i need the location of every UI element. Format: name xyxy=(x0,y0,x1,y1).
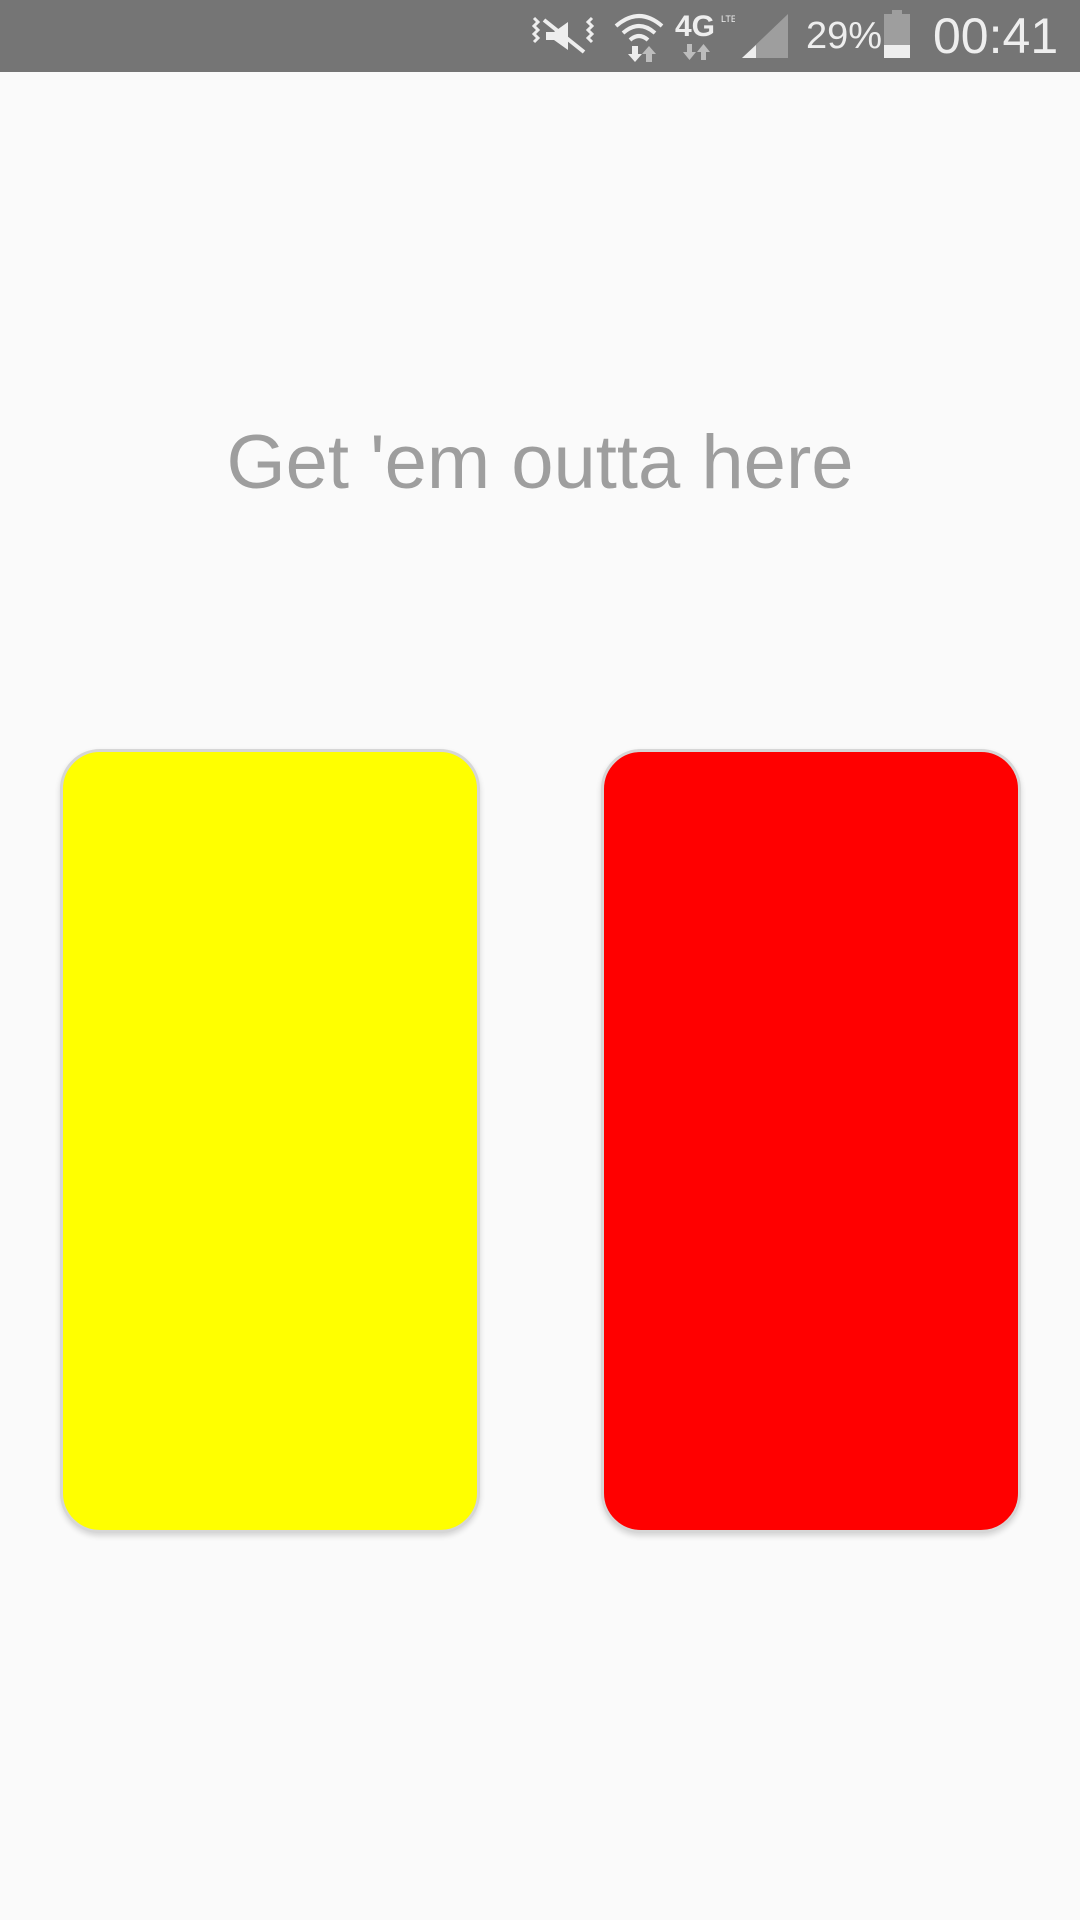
status-bar: 4G LTE 29% 00:41 xyxy=(0,0,1080,72)
svg-text:LTE: LTE xyxy=(721,14,735,24)
red-card[interactable] xyxy=(601,749,1021,1533)
signal-icon xyxy=(740,8,790,64)
yellow-card[interactable] xyxy=(60,749,480,1533)
page-title: Get 'em outta here xyxy=(226,420,854,505)
svg-text:4G: 4G xyxy=(675,10,715,43)
4g-lte-icon: 4G LTE xyxy=(675,8,735,64)
wifi-icon xyxy=(612,8,666,64)
battery-icon xyxy=(880,8,914,64)
vibrate-icon xyxy=(528,8,598,64)
battery-percent: 29% xyxy=(806,15,883,57)
status-time: 00:41 xyxy=(933,8,1059,64)
